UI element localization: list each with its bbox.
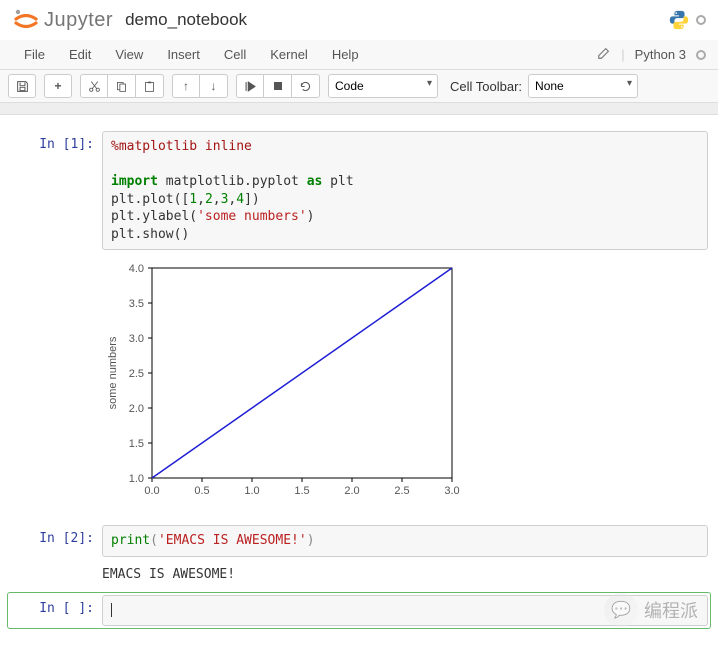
menubar: File Edit View Insert Cell Kernel Help |… (0, 40, 718, 70)
run-button[interactable] (236, 74, 264, 98)
watermark-icon: 💬 (604, 593, 638, 627)
matplotlib-chart: 0.0 0.5 1.0 1.5 2.0 2.5 3.0 1.0 1.5 2.0 2.5 3.0 3.5 4… (102, 258, 462, 508)
cell-toolbar-label: Cell Toolbar: (450, 79, 522, 94)
save-button[interactable] (8, 74, 36, 98)
copy-button[interactable] (108, 74, 136, 98)
svg-text:1.0: 1.0 (129, 473, 144, 485)
stop-button[interactable] (264, 74, 292, 98)
input-prompt: In [ ]: (10, 595, 102, 627)
svg-text:1.0: 1.0 (244, 485, 259, 497)
menu-view[interactable]: View (103, 41, 155, 68)
jupyter-logo-text: Jupyter (44, 9, 113, 32)
cell-type-select[interactable]: Code (328, 74, 438, 98)
code-input[interactable]: print('EMACS IS AWESOME!') (102, 525, 708, 557)
jupyter-logo[interactable]: Jupyter (12, 6, 113, 34)
jupyter-logo-icon (12, 6, 40, 34)
add-cell-button[interactable]: + (44, 74, 72, 98)
menu-help[interactable]: Help (320, 41, 371, 68)
code-cell[interactable]: In [2]: print('EMACS IS AWESOME!') (10, 525, 708, 557)
cut-button[interactable] (80, 74, 108, 98)
menu-file[interactable]: File (12, 41, 57, 68)
code-cell[interactable]: In [1]: %matplotlib inline import matplo… (10, 131, 708, 250)
svg-text:1.5: 1.5 (129, 438, 144, 450)
svg-text:1.5: 1.5 (294, 485, 309, 497)
output-area: 0.0 0.5 1.0 1.5 2.0 2.5 3.0 1.0 1.5 2.0 2.5 3.0 3.5 4… (10, 254, 708, 521)
toolbar: + ↑ ↓ Code Cell Toolbar: None (0, 70, 718, 103)
restart-button[interactable] (292, 74, 320, 98)
kernel-name[interactable]: Python 3 (635, 47, 686, 62)
python-logo-icon (668, 9, 690, 31)
cell-toolbar-select[interactable]: None (528, 74, 638, 98)
output-area: EMACS IS AWESOME! (10, 561, 708, 588)
svg-text:2.5: 2.5 (129, 368, 144, 380)
paste-button[interactable] (136, 74, 164, 98)
input-prompt: In [1]: (10, 131, 102, 250)
svg-text:0.5: 0.5 (194, 485, 209, 497)
svg-text:2.5: 2.5 (394, 485, 409, 497)
menu-edit[interactable]: Edit (57, 41, 103, 68)
svg-text:4.0: 4.0 (129, 263, 144, 275)
stdout-text: EMACS IS AWESOME! (102, 561, 708, 588)
kernel-status-dot (696, 50, 706, 60)
move-up-button[interactable]: ↑ (172, 74, 200, 98)
svg-text:3.5: 3.5 (129, 298, 144, 310)
input-prompt: In [2]: (10, 525, 102, 557)
menu-insert[interactable]: Insert (155, 41, 212, 68)
edit-icon[interactable] (597, 46, 611, 63)
kernel-status-indicator (696, 15, 706, 25)
move-down-button[interactable]: ↓ (200, 74, 228, 98)
watermark: 💬 编程派 (604, 593, 698, 627)
svg-text:3.0: 3.0 (129, 333, 144, 345)
svg-text:3.0: 3.0 (444, 485, 459, 497)
watermark-text: 编程派 (644, 597, 698, 623)
svg-text:2.0: 2.0 (129, 403, 144, 415)
svg-text:some numbers: some numbers (107, 336, 119, 409)
notebook-name[interactable]: demo_notebook (125, 10, 247, 30)
menu-kernel[interactable]: Kernel (258, 41, 320, 68)
svg-text:2.0: 2.0 (344, 485, 359, 497)
menu-cell[interactable]: Cell (212, 41, 258, 68)
notebook-header: Jupyter demo_notebook (0, 0, 718, 40)
svg-text:0.0: 0.0 (144, 485, 159, 497)
code-input[interactable]: %matplotlib inline import matplotlib.pyp… (102, 131, 708, 250)
notebook-container: In [1]: %matplotlib inline import matplo… (0, 115, 718, 645)
